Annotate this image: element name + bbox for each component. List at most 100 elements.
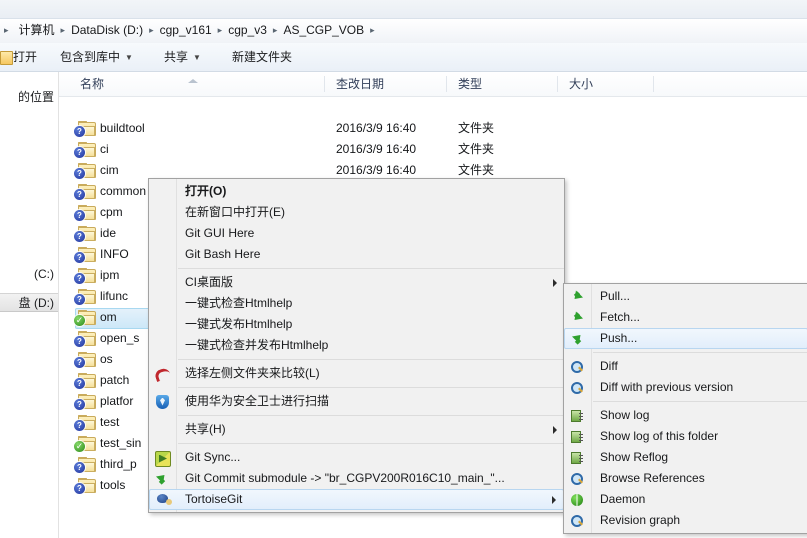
toolbar-button-2[interactable]: 包含到库中 ▼ bbox=[60, 43, 133, 71]
file-name-cell: cpm bbox=[100, 205, 123, 219]
column-divider[interactable] bbox=[653, 76, 654, 92]
submenu-item[interactable]: Diff with previous version bbox=[564, 377, 807, 398]
context-menu-item[interactable]: 使用华为安全卫士进行扫描 bbox=[149, 391, 564, 412]
navigation-pane[interactable]: 的位置 (C:) 盘 (D:) bbox=[0, 72, 59, 538]
breadcrumb-item-5[interactable]: AS_CGP_VOB bbox=[279, 18, 368, 42]
pull-icon bbox=[569, 289, 585, 305]
folder-icon: ? bbox=[74, 394, 96, 410]
context-menu-item[interactable]: 一键式检查并发布Htmlhelp bbox=[149, 335, 564, 356]
nav-pane-item-2[interactable]: (C:) bbox=[0, 265, 58, 284]
context-menu-item[interactable]: TortoiseGit bbox=[149, 489, 564, 510]
git-unversioned-overlay-icon: ? bbox=[74, 357, 85, 368]
breadcrumb-item-2[interactable]: DataDisk (D:) bbox=[67, 18, 147, 42]
submenu-item-label: Show log of this folder bbox=[600, 429, 719, 443]
folder-icon: ? bbox=[74, 373, 96, 389]
column-header-2[interactable]: 杢改日期 bbox=[325, 72, 445, 96]
file-date-cell: 2016/3/9 16:40 bbox=[336, 142, 417, 156]
submenu-item[interactable]: Show log bbox=[564, 405, 807, 426]
nav-pane-item-label: 盘 (D:) bbox=[18, 296, 54, 310]
context-menu-separator bbox=[178, 443, 564, 444]
file-row[interactable]: ? ci 2016/3/9 16:40 文件夹 bbox=[59, 139, 807, 160]
context-menu-item-label: 一键式检查并发布Htmlhelp bbox=[185, 338, 329, 352]
context-menu-item[interactable]: Git GUI Here bbox=[149, 223, 564, 244]
breadcrumb-item-1[interactable]: 计算机 bbox=[11, 18, 59, 42]
context-menu-separator bbox=[178, 268, 564, 269]
folder-icon: ? bbox=[74, 226, 96, 242]
submenu-item[interactable]: Pull... bbox=[564, 286, 807, 307]
context-menu-item[interactable]: 共享(H) bbox=[149, 419, 564, 440]
folder-icon: ? bbox=[74, 205, 96, 221]
breadcrumb-separator: ▸ bbox=[60, 25, 66, 35]
git-unversioned-overlay-icon: ? bbox=[74, 168, 85, 179]
folder-icon: ? bbox=[74, 478, 96, 494]
submenu-item-label: Show log bbox=[600, 408, 650, 422]
column-header-row[interactable]: 名称 杢改日期 类型 大小 bbox=[59, 72, 807, 97]
column-divider[interactable] bbox=[557, 76, 558, 92]
submenu-item[interactable]: Daemon bbox=[564, 489, 807, 510]
context-menu-item[interactable]: 打开(O) bbox=[149, 181, 564, 202]
submenu-item[interactable]: Revision graph bbox=[564, 510, 807, 531]
breadcrumb[interactable]: ▸ 计算机 ▸ DataDisk (D:) ▸ cgp_v161 ▸ cgp_v3 ▸ AS_CG… bbox=[0, 18, 377, 42]
column-divider[interactable] bbox=[324, 76, 325, 92]
file-type-cell: 文件夹 bbox=[458, 142, 495, 156]
context-menu-item-label: Git Commit submodule -> "br_CGPV200R016C… bbox=[185, 471, 505, 485]
context-menu-item[interactable]: 选择左侧文件夹来比较(L) bbox=[149, 363, 564, 384]
file-name-cell: third_p bbox=[100, 457, 137, 471]
nav-pane-item-1[interactable]: 的位置 bbox=[0, 88, 58, 107]
window-titlebar-strip bbox=[0, 0, 807, 18]
file-row[interactable]: ? buildtool 2016/3/9 16:40 文件夹 bbox=[59, 118, 807, 139]
git-unversioned-overlay-icon: ? bbox=[74, 126, 85, 137]
toolbar-button-3[interactable]: 共享 ▼ bbox=[164, 43, 201, 71]
context-menu-item[interactable]: 在新窗口中打开(E) bbox=[149, 202, 564, 223]
context-menu-item[interactable]: Git Sync... bbox=[149, 447, 564, 468]
column-header-1[interactable]: 名称 bbox=[69, 72, 324, 96]
folder-icon: ? bbox=[74, 331, 96, 347]
toolbar-button-1[interactable]: 打开 bbox=[0, 43, 37, 71]
breadcrumb-item-3[interactable]: cgp_v161 bbox=[156, 18, 216, 42]
context-menu-item[interactable]: Git Commit submodule -> "br_CGPV200R016C… bbox=[149, 468, 564, 489]
file-name-cell: cim bbox=[100, 163, 119, 177]
file-name-cell: lifunc bbox=[100, 289, 129, 303]
toolbar-button-label: 包含到库中 bbox=[60, 50, 121, 64]
submenu-item[interactable]: Push... bbox=[564, 328, 807, 349]
submenu-item[interactable]: Diff bbox=[564, 356, 807, 377]
folder-icon: ? bbox=[74, 163, 96, 179]
context-menu-item[interactable]: 一键式检查Htmlhelp bbox=[149, 293, 564, 314]
column-header-3[interactable]: 类型 bbox=[447, 72, 557, 96]
file-type-cell: 文件夹 bbox=[458, 121, 495, 135]
submenu-item[interactable]: Fetch... bbox=[564, 307, 807, 328]
submenu-item-label: Show Reflog bbox=[600, 450, 669, 464]
folder-icon: ✓ bbox=[74, 436, 96, 452]
context-menu-item[interactable]: Git Bash Here bbox=[149, 244, 564, 265]
context-menu-item-label: Git GUI Here bbox=[185, 226, 255, 240]
git-sync-icon bbox=[154, 450, 171, 467]
file-name-cell: test_sin bbox=[100, 436, 142, 450]
diff-icon bbox=[569, 359, 585, 375]
fetch-icon bbox=[569, 310, 585, 326]
toolbar-button-4[interactable]: 新建文件夹 bbox=[232, 43, 292, 71]
show-log-icon bbox=[569, 408, 585, 424]
breadcrumb-item-4[interactable]: cgp_v3 bbox=[224, 18, 271, 42]
context-menu-item[interactable]: 一键式发布Htmlhelp bbox=[149, 314, 564, 335]
chevron-down-icon[interactable]: ▼ bbox=[125, 53, 133, 62]
show-log-folder-icon bbox=[569, 429, 585, 445]
submenu-item[interactable]: Show log of this folder bbox=[564, 426, 807, 447]
submenu-item-label: Fetch... bbox=[600, 310, 641, 324]
daemon-icon bbox=[569, 492, 585, 508]
chevron-down-icon[interactable]: ▼ bbox=[193, 53, 201, 62]
file-name-cell: patch bbox=[100, 373, 130, 387]
column-divider[interactable] bbox=[446, 76, 447, 92]
context-menu-item[interactable]: CI桌面版 bbox=[149, 272, 564, 293]
submenu-item[interactable]: Browse References bbox=[564, 468, 807, 489]
submenu-item-label: Daemon bbox=[600, 492, 646, 506]
file-name-cell: buildtool bbox=[100, 121, 145, 135]
submenu-item[interactable]: Show Reflog bbox=[564, 447, 807, 468]
shield-icon bbox=[154, 394, 170, 410]
context-menu[interactable]: 打开(O) 在新窗口中打开(E) Git GUI Here Git Bash Here… bbox=[148, 178, 565, 513]
sort-ascending-icon bbox=[188, 79, 198, 83]
revision-graph-icon bbox=[569, 513, 585, 529]
nav-pane-item-3[interactable]: 盘 (D:) bbox=[0, 293, 58, 312]
column-header-4[interactable]: 大小 bbox=[558, 72, 653, 96]
file-name-cell: ide bbox=[100, 226, 117, 240]
tortoisegit-submenu[interactable]: Pull... Fetch... Push... Diff Diff with prev… bbox=[563, 283, 807, 534]
